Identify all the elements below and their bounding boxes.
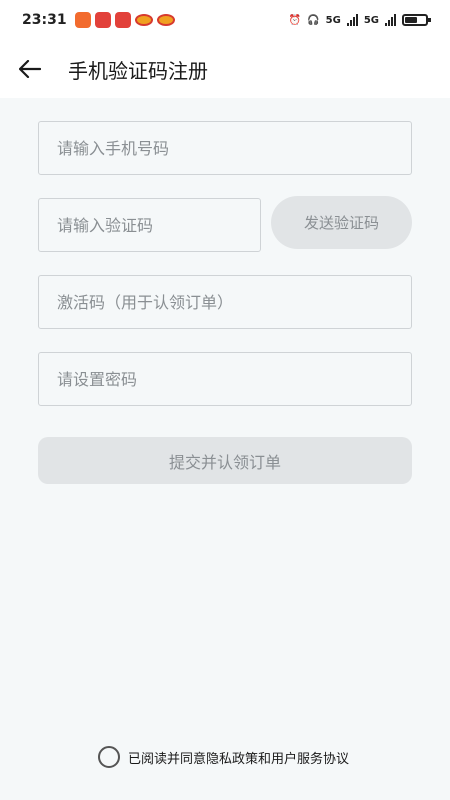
code-field[interactable]: [38, 198, 261, 252]
signal-icon: [346, 14, 358, 26]
phone-input[interactable]: [57, 138, 411, 158]
send-code-button[interactable]: 发送验证码: [271, 196, 412, 249]
weibo-icon: [134, 14, 153, 26]
network-5g-2: 5G: [363, 14, 379, 26]
password-input[interactable]: [57, 369, 411, 389]
signal-icon: [385, 14, 396, 26]
app-notification-icon: [94, 12, 111, 28]
activation-field[interactable]: [38, 275, 412, 329]
page-title: 手机验证码注册: [68, 58, 208, 83]
agreement-row: 已阅读并同意隐私政策和用户服务协议: [98, 745, 349, 769]
password-field[interactable]: [38, 352, 412, 406]
phone-field[interactable]: [38, 121, 412, 175]
agreement-text[interactable]: 已阅读并同意隐私政策和用户服务协议: [128, 748, 349, 767]
status-indicators: ⏰ 🎧 5G 5G: [288, 0, 431, 40]
back-button[interactable]: [0, 40, 60, 98]
activation-code-input[interactable]: [57, 292, 411, 312]
status-bar: 23:31 ⏰ 🎧 5G 5G: [0, 0, 450, 40]
status-time: 23:31: [22, 12, 67, 28]
weibo-icon: [156, 14, 175, 26]
status-app-icons: [74, 12, 175, 28]
app-header: 手机验证码注册: [0, 40, 450, 98]
network-5g-1: 5G: [325, 14, 341, 26]
battery-icon: [402, 14, 431, 26]
verification-code-input[interactable]: [57, 215, 260, 235]
app-notification-icon: [74, 12, 91, 28]
submit-button[interactable]: 提交并认领订单: [38, 437, 412, 484]
alarm-icon: ⏰: [288, 14, 302, 26]
headphones-icon: 🎧: [307, 14, 320, 26]
app-notification-icon: [114, 12, 131, 28]
agreement-checkbox[interactable]: [98, 746, 120, 768]
arrow-left-icon: [19, 60, 41, 78]
